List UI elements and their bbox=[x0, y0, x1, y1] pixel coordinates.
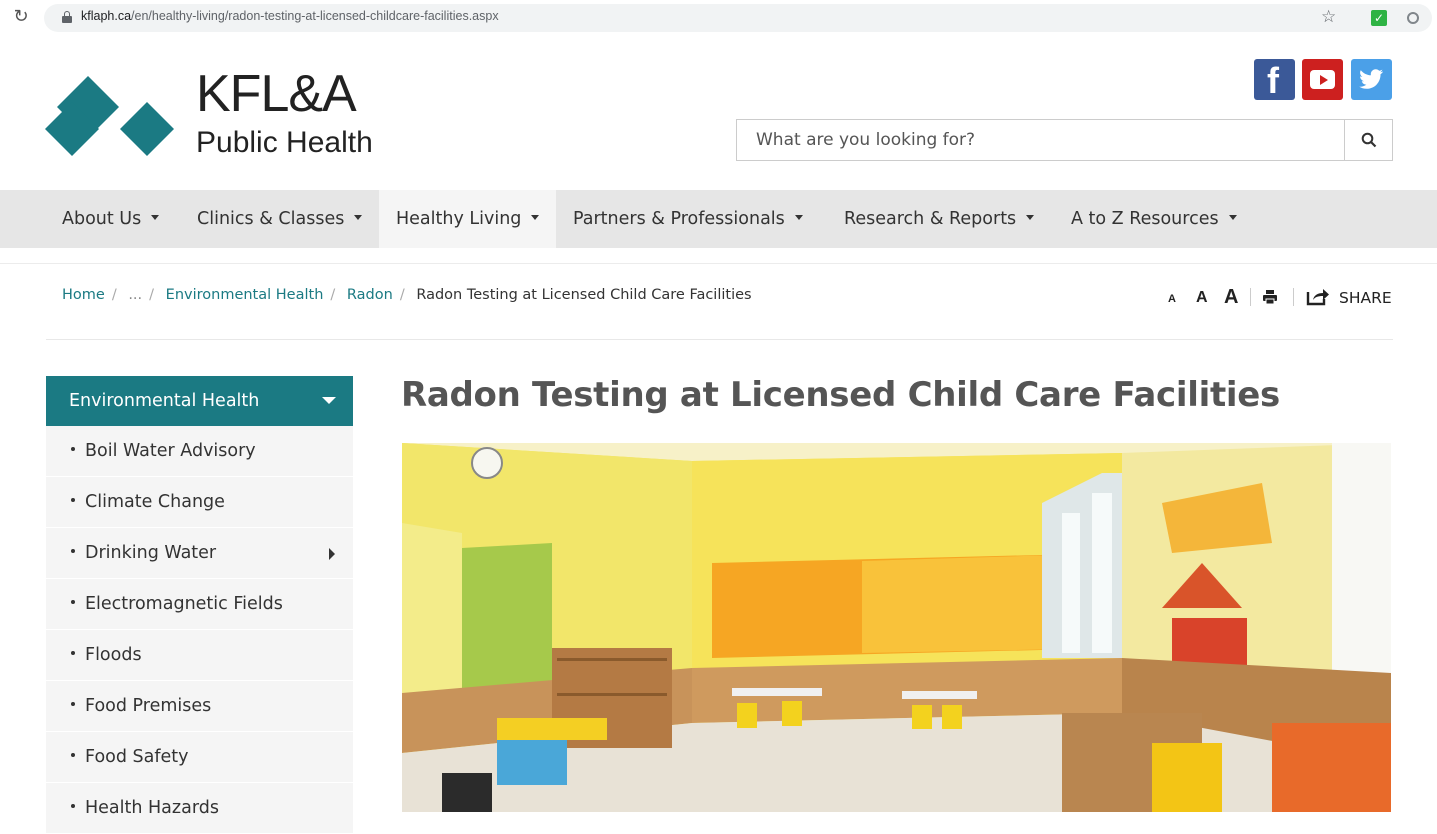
sidebar-item-health-hazards[interactable]: Health Hazards bbox=[46, 783, 353, 834]
search-input[interactable] bbox=[738, 121, 1343, 159]
reload-icon[interactable]: ↻ bbox=[10, 6, 32, 28]
sidebar-item-floods[interactable]: Floods bbox=[46, 630, 353, 681]
nav-healthy-living[interactable]: Healthy Living bbox=[379, 190, 557, 248]
kfla-logo-icon[interactable] bbox=[44, 76, 179, 158]
facebook-icon[interactable]: f bbox=[1254, 59, 1295, 101]
chevron-down-icon bbox=[151, 214, 160, 220]
site-search bbox=[736, 119, 1393, 161]
bookmark-star-icon[interactable]: ☆ bbox=[1321, 7, 1336, 27]
search-button[interactable] bbox=[1344, 120, 1392, 160]
nav-research-reports[interactable]: Research & Reports bbox=[827, 190, 1051, 248]
divider bbox=[1293, 288, 1294, 306]
sidebar-item-drinking-water[interactable]: Drinking Water bbox=[46, 528, 353, 579]
divider bbox=[46, 339, 1393, 340]
sidebar-item-boil-water-advisory[interactable]: Boil Water Advisory bbox=[46, 426, 353, 477]
nav-a-to-z-resources[interactable]: A to Z Resources bbox=[1054, 190, 1254, 248]
nav-partners-professionals[interactable]: Partners & Professionals bbox=[556, 190, 820, 248]
url-text: kflaph.ca/en/healthy-living/radon-testin… bbox=[81, 9, 499, 23]
divider bbox=[1250, 288, 1251, 306]
print-icon[interactable] bbox=[1262, 289, 1278, 305]
chevron-down-icon bbox=[1026, 214, 1035, 220]
breadcrumb-ellipsis[interactable]: ... bbox=[128, 287, 142, 303]
nav-about-us[interactable]: About Us bbox=[45, 190, 176, 248]
nav-divider bbox=[0, 263, 1437, 264]
logo-subtitle: Public Health bbox=[196, 126, 373, 159]
sidebar-item-electromagnetic-fields[interactable]: Electromagnetic Fields bbox=[46, 579, 353, 630]
breadcrumb-home[interactable]: Home bbox=[62, 287, 105, 303]
chevron-down-icon bbox=[531, 214, 540, 220]
chevron-down-icon bbox=[354, 214, 363, 220]
sidebar-item-food-safety[interactable]: Food Safety bbox=[46, 732, 353, 783]
chevron-down-icon bbox=[1228, 214, 1237, 220]
search-icon bbox=[1361, 132, 1377, 148]
font-size-large-button[interactable]: A bbox=[1224, 286, 1238, 309]
breadcrumb-current: Radon Testing at Licensed Child Care Fac… bbox=[416, 287, 752, 303]
share-label[interactable]: SHARE bbox=[1339, 289, 1392, 307]
chevron-down-icon bbox=[794, 214, 803, 220]
sidebar-item-food-premises[interactable]: Food Premises bbox=[46, 681, 353, 732]
extension-check-icon[interactable]: ✓ bbox=[1371, 10, 1387, 26]
twitter-icon[interactable] bbox=[1351, 59, 1392, 100]
breadcrumb: Home / ... / Environmental Health / Radon / … bbox=[62, 287, 752, 303]
chevron-right-icon[interactable] bbox=[329, 548, 335, 560]
classroom-photo bbox=[402, 443, 1391, 812]
font-size-medium-button[interactable]: A bbox=[1196, 289, 1208, 307]
youtube-icon[interactable] bbox=[1302, 59, 1343, 100]
page-title: Radon Testing at Licensed Child Care Fac… bbox=[401, 375, 1280, 415]
main-navigation: About Us Clinics & Classes Healthy Livin… bbox=[0, 190, 1437, 248]
breadcrumb-radon[interactable]: Radon bbox=[347, 287, 393, 303]
chevron-down-icon bbox=[322, 397, 336, 404]
share-icon[interactable] bbox=[1306, 288, 1330, 306]
font-size-small-button[interactable]: A bbox=[1168, 293, 1176, 305]
sidebar-heading[interactable]: Environmental Health bbox=[46, 376, 353, 426]
breadcrumb-environmental-health[interactable]: Environmental Health bbox=[166, 287, 324, 303]
browser-toolbar: ↻ kflaph.ca/en/healthy-living/radon-test… bbox=[0, 0, 1437, 36]
extension-circle-icon[interactable] bbox=[1407, 12, 1419, 24]
logo-title: KFL&A bbox=[196, 65, 357, 123]
lock-icon bbox=[62, 11, 72, 23]
sidebar-menu: Boil Water Advisory Climate Change Drink… bbox=[46, 426, 353, 834]
sidebar-item-climate-change[interactable]: Climate Change bbox=[46, 477, 353, 528]
nav-clinics-classes[interactable]: Clinics & Classes bbox=[180, 190, 379, 248]
address-bar[interactable]: kflaph.ca/en/healthy-living/radon-testin… bbox=[44, 4, 1432, 32]
